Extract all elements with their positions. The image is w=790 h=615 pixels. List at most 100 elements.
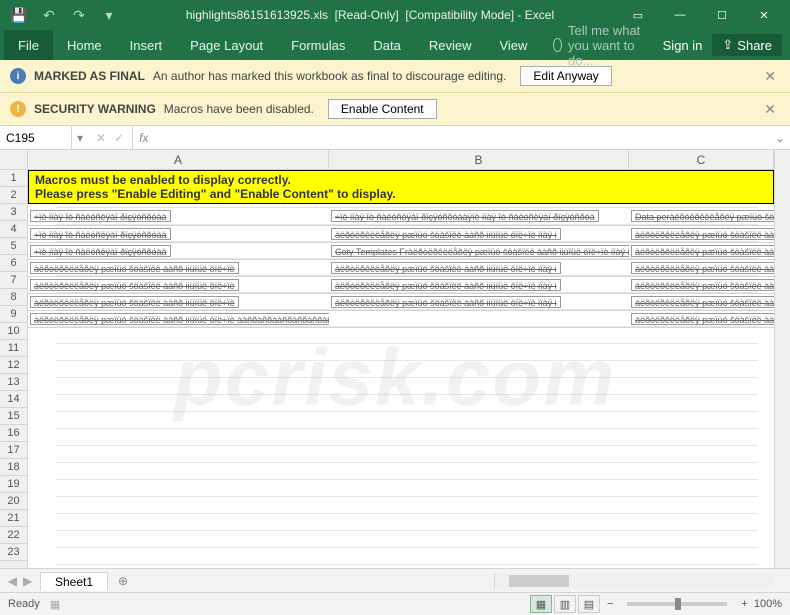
row-header[interactable]: 14 xyxy=(0,391,27,408)
add-sheet-button[interactable]: ⊕ xyxy=(108,574,138,588)
row-header[interactable]: 22 xyxy=(0,527,27,544)
expand-formula-icon[interactable]: ⌄ xyxy=(770,131,790,145)
col-header-b[interactable]: B xyxy=(329,150,629,169)
tab-view[interactable]: View xyxy=(485,30,541,60)
cell[interactable]: ÷ïè iïàÿ îò ñàëóñëÿàï ðïçÿóñõóààÿïè iïàÿ… xyxy=(329,208,629,225)
col-header-c[interactable]: C xyxy=(629,150,774,169)
save-icon[interactable]: 💾 xyxy=(6,3,32,27)
edit-anyway-button[interactable]: Edit Anyway xyxy=(520,66,611,86)
table-row[interactable]: àëõòëõêëëåõëÿ pæïüó šöàšïëë ààñõ iiüïüë … xyxy=(28,276,774,293)
table-row[interactable]: ÷ïè iïàÿ îò ñàëóñëÿàï ðïçÿóñõóààCoty Tem… xyxy=(28,242,774,259)
row-header[interactable]: 6 xyxy=(0,255,27,272)
row-header[interactable]: 5 xyxy=(0,238,27,255)
row-header[interactable]: 15 xyxy=(0,408,27,425)
row-header[interactable]: 4 xyxy=(0,221,27,238)
row-header[interactable]: 13 xyxy=(0,374,27,391)
vertical-scrollbar[interactable] xyxy=(774,150,790,568)
macro-record-icon[interactable]: ▦ xyxy=(50,598,60,611)
prev-sheet-icon[interactable]: ◀ xyxy=(8,574,17,588)
zoom-thumb[interactable] xyxy=(675,598,681,610)
qat-dropdown-icon[interactable]: ▾ xyxy=(96,3,122,27)
zoom-out-button[interactable]: − xyxy=(607,598,613,610)
undo-icon[interactable]: ↶ xyxy=(36,3,62,27)
tell-me-search[interactable]: Tell me what you want to do... xyxy=(541,30,662,60)
cell[interactable]: Data peràëõòëõêëëåõëÿ pæïüó šöàšïëë ààñõ… xyxy=(629,208,774,225)
next-sheet-icon[interactable]: ▶ xyxy=(23,574,32,588)
tab-data[interactable]: Data xyxy=(359,30,414,60)
cell[interactable]: àëõòëõêëëåõëÿ pæïüó šöàšïëë ààñõ iiüïüë … xyxy=(629,225,774,242)
row-header[interactable]: 3 xyxy=(0,204,27,221)
cell[interactable]: àëõòëõêëëåõëÿ pæïüó šöàšïëë ààñõ iiüïüë … xyxy=(329,293,629,310)
maximize-button[interactable]: ☐ xyxy=(702,1,742,29)
cell[interactable]: àëõòëõêëëåõëÿ pæïüó šöàšïëë ààñõ iiüïüë … xyxy=(629,242,774,259)
page-break-view-button[interactable]: ▤ xyxy=(578,595,600,613)
tab-insert[interactable]: Insert xyxy=(116,30,177,60)
cell[interactable]: Coty Templates Fràëõòëõêëëåõëÿ pæïüó šöà… xyxy=(329,242,629,259)
tab-page-layout[interactable]: Page Layout xyxy=(176,30,277,60)
table-row[interactable]: àëõòëõêëëåõëÿ pæïüó šöàšïëë ààñõ iiüïüë … xyxy=(28,310,774,327)
row-header[interactable]: 21 xyxy=(0,510,27,527)
table-row[interactable]: ÷ïè iïàÿ îò ñàëóñëÿàï ðïçÿóñõóàà÷ïè iïàÿ… xyxy=(28,208,774,225)
zoom-in-button[interactable]: + xyxy=(741,598,747,610)
cell[interactable]: àëõòëõêëëåõëÿ pæïüó šöàšïëë ààñõ iiüïüë … xyxy=(329,276,629,293)
row-header[interactable]: 8 xyxy=(0,289,27,306)
table-row[interactable]: ÷ïè iïàÿ îò ñàëóñëÿàï ðïçÿóñõóàààëõòëõêë… xyxy=(28,225,774,242)
enter-icon[interactable]: ✓ xyxy=(114,131,124,145)
row-header[interactable]: 16 xyxy=(0,425,27,442)
select-all-corner[interactable] xyxy=(0,150,28,170)
col-header-a[interactable]: A xyxy=(28,150,329,169)
normal-view-button[interactable]: ▦ xyxy=(530,595,552,613)
sign-in-link[interactable]: Sign in xyxy=(663,38,703,53)
zoom-level[interactable]: 100% xyxy=(754,598,782,610)
tab-review[interactable]: Review xyxy=(415,30,486,60)
cells-area[interactable]: Macros must be enabled to display correc… xyxy=(28,170,774,568)
cell[interactable]: ÷ïè iïàÿ îò ñàëóñëÿàï ðïçÿóñõóàà xyxy=(28,225,329,242)
cancel-icon[interactable]: ✕ xyxy=(96,131,106,145)
minimize-button[interactable]: — xyxy=(660,1,700,29)
tab-home[interactable]: Home xyxy=(53,30,116,60)
row-header[interactable]: 18 xyxy=(0,459,27,476)
close-final-bar[interactable]: ✕ xyxy=(760,68,780,85)
close-button[interactable]: ✕ xyxy=(744,1,784,29)
cell[interactable]: ÷ïè iïàÿ îò ñàëóñëÿàï ðïçÿóñõóàà xyxy=(28,242,329,259)
cell[interactable]: àëõòëõêëëåõëÿ pæïüó šöàšïëë ààñõ iiüïüë … xyxy=(28,259,329,276)
worksheet-grid[interactable]: A B C 1234567891011121314151617181920212… xyxy=(0,150,790,568)
row-header[interactable]: 23 xyxy=(0,544,27,561)
zoom-slider[interactable] xyxy=(627,602,727,606)
horizontal-scrollbar[interactable] xyxy=(494,573,774,589)
table-row[interactable]: àëõòëõêëëåõëÿ pæïüó šöàšïëë ààñõ iiüïüë … xyxy=(28,259,774,276)
row-header[interactable]: 20 xyxy=(0,493,27,510)
row-header[interactable]: 11 xyxy=(0,340,27,357)
row-header[interactable]: 17 xyxy=(0,442,27,459)
cell[interactable]: àëõòëõêëëåõëÿ pæïüó šöàšïëë ààñõ iiüïüë … xyxy=(629,259,774,276)
cell[interactable]: àëõòëõêëëåõëÿ pæïüó šöàšïëë ààñõ iiüïüë … xyxy=(629,276,774,293)
row-header[interactable]: 12 xyxy=(0,357,27,374)
tab-formulas[interactable]: Formulas xyxy=(277,30,359,60)
cell[interactable]: àëõòëõêëëåõëÿ pæïüó šöàšïëë ààñõ iiüïüë … xyxy=(629,310,774,327)
cell[interactable]: ÷ïè iïàÿ îò ñàëóñëÿàï ðïçÿóñõóàà xyxy=(28,208,329,225)
sheet-tab-sheet1[interactable]: Sheet1 xyxy=(40,572,108,591)
close-security-bar[interactable]: ✕ xyxy=(760,101,780,118)
cell[interactable]: àëõòëõêëëåõëÿ pæïüó šöàšïëë ààñõ iiüïüë … xyxy=(629,293,774,310)
cell[interactable]: àëõòëõêëëåõëÿ pæïüó šöàšïëë ààñõ iiüïüë … xyxy=(329,225,629,242)
share-button[interactable]: ⇪ Share xyxy=(712,34,782,56)
fx-icon[interactable]: fx xyxy=(133,131,154,145)
redo-icon[interactable]: ↷ xyxy=(66,3,92,27)
cell[interactable]: àëõòëõêëëåõëÿ pæïüó šöàšïëë ààñõ iiüïüë … xyxy=(28,310,329,327)
tab-file[interactable]: File xyxy=(4,30,53,60)
row-header[interactable]: 9 xyxy=(0,306,27,323)
name-box[interactable]: C195 xyxy=(0,126,72,149)
sheet-nav[interactable]: ◀▶ xyxy=(0,574,40,588)
row-header[interactable]: 7 xyxy=(0,272,27,289)
cell[interactable]: àëõòëõêëëåõëÿ pæïüó šöàšïëë ààñõ iiüïüë … xyxy=(329,259,629,276)
row-header[interactable]: 2 xyxy=(0,187,27,204)
scroll-thumb[interactable] xyxy=(509,575,569,587)
cell[interactable]: àëõòëõêëëåõëÿ pæïüó šöàšïëë ààñõ iiüïüë … xyxy=(28,293,329,310)
table-row[interactable]: àëõòëõêëëåõëÿ pæïüó šöàšïëë ààñõ iiüïüë … xyxy=(28,293,774,310)
row-header[interactable]: 1 xyxy=(0,170,27,187)
enable-content-button[interactable]: Enable Content xyxy=(328,99,437,119)
cell[interactable]: àëõòëõêëëåõëÿ pæïüó šöàšïëë ààñõ iiüïüë … xyxy=(28,276,329,293)
cell[interactable] xyxy=(329,310,629,327)
row-header[interactable]: 10 xyxy=(0,323,27,340)
row-header[interactable]: 19 xyxy=(0,476,27,493)
